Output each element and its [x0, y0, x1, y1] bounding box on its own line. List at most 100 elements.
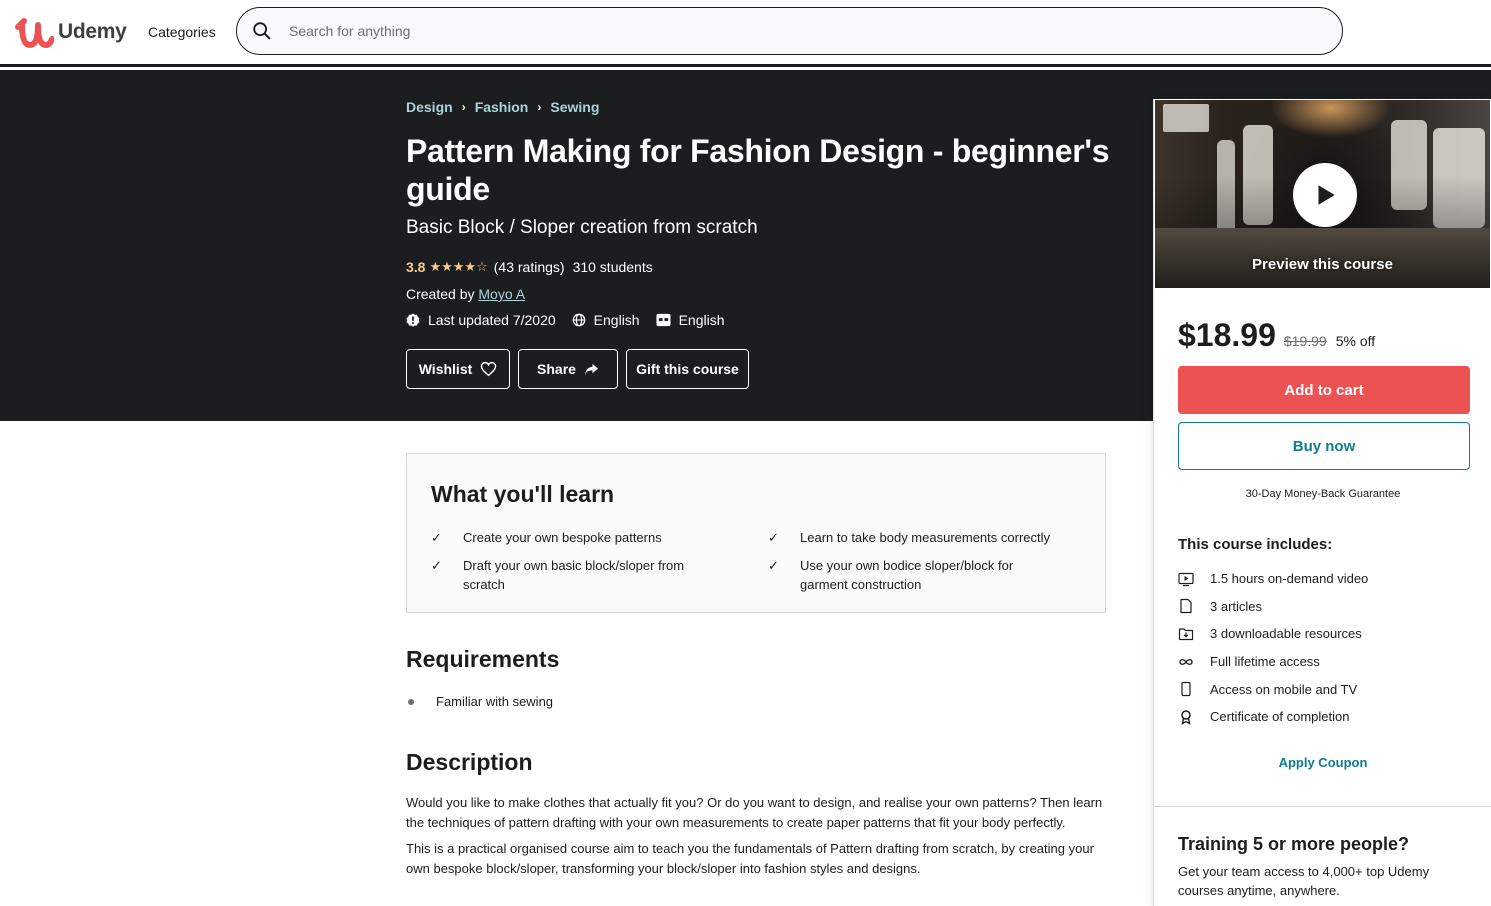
- udemy-logo-icon: [15, 18, 54, 48]
- include-item: Access on mobile and TV: [1178, 675, 1368, 703]
- play-button[interactable]: [1293, 163, 1357, 227]
- description-body: Would you like to make clothes that actu…: [406, 793, 1116, 885]
- video-icon: [1178, 572, 1194, 586]
- infinity-icon: [1179, 658, 1193, 665]
- last-updated: Last updated 7/2020: [406, 312, 556, 328]
- money-back-guarantee: 30-Day Money-Back Guarantee: [1245, 488, 1401, 500]
- price-row: $18.99 $19.99 5% off: [1178, 317, 1375, 354]
- learn-item-text: Learn to take body measurements correctl…: [800, 530, 1051, 545]
- include-item: 3 articles: [1178, 593, 1368, 621]
- discount-percent: 5% off: [1335, 333, 1376, 349]
- ratings-count[interactable]: (43 ratings): [494, 259, 565, 275]
- learn-item: ✓ Create your own bespoke patterns: [431, 528, 768, 547]
- alert-badge-icon: [406, 313, 420, 327]
- includes-list: 1.5 hours on-demand video 3 articles 3 d…: [1178, 565, 1368, 731]
- include-item: Full lifetime access: [1178, 648, 1368, 676]
- bullet-icon: [408, 698, 414, 705]
- top-nav: Udemy Categories: [0, 0, 1491, 67]
- language-text: English: [593, 312, 640, 328]
- chevron-right-icon: ›: [537, 100, 542, 114]
- description-heading: Description: [406, 749, 533, 775]
- include-text: 3 downloadable resources: [1210, 626, 1362, 642]
- udemy-logo[interactable]: Udemy: [14, 15, 127, 49]
- check-icon: ✓: [768, 530, 779, 545]
- search-icon[interactable]: [251, 20, 273, 42]
- breadcrumb-sewing[interactable]: Sewing: [550, 99, 599, 115]
- what-youll-learn: What you'll learn ✓ Create your own besp…: [406, 453, 1106, 613]
- purchase-sidebar: Preview this course $18.99 $19.99 5% off…: [1153, 99, 1491, 906]
- course-preview-video[interactable]: Preview this course: [1154, 99, 1491, 289]
- course-title: Pattern Making for Fashion Design - begi…: [406, 133, 1110, 207]
- learn-item-text: Create your own bespoke patterns: [463, 530, 662, 545]
- heart-icon: [480, 361, 497, 377]
- mobile-icon: [1181, 682, 1191, 697]
- wishlist-button[interactable]: Wishlist: [406, 349, 510, 389]
- apply-coupon-link[interactable]: Apply Coupon: [1154, 755, 1491, 770]
- learn-item-text: Draft your own basic block/sloper from s…: [463, 558, 685, 592]
- created-by-label: Created by: [406, 286, 475, 302]
- globe-icon: [572, 313, 586, 327]
- include-text: Access on mobile and TV: [1210, 681, 1358, 697]
- include-item: 3 downloadable resources: [1178, 620, 1368, 648]
- created-by: Created by Moyo A: [406, 286, 525, 302]
- share-label: Share: [537, 361, 576, 377]
- author-link[interactable]: Moyo A: [478, 286, 525, 302]
- original-price: $19.99: [1283, 333, 1327, 349]
- include-text: Full lifetime access: [1210, 654, 1320, 670]
- include-text: 1.5 hours on-demand video: [1210, 571, 1369, 587]
- hero-actions: Wishlist Share Gift this course: [406, 349, 757, 389]
- categories-menu[interactable]: Categories: [148, 24, 216, 40]
- closed-captions-icon: [656, 313, 671, 327]
- course-subtitle: Basic Block / Sloper creation from scrat…: [406, 217, 758, 238]
- learn-item: ✓ Use your own bodice sloper/block for g…: [768, 556, 1091, 594]
- requirement-item: Familiar with sewing: [408, 694, 553, 709]
- requirements-heading: Requirements: [406, 646, 560, 672]
- learn-item-text: Use your own bodice sloper/block for gar…: [800, 558, 1014, 592]
- includes-heading: This course includes:: [1178, 536, 1333, 553]
- current-price: $18.99: [1178, 317, 1276, 353]
- breadcrumb-fashion[interactable]: Fashion: [475, 99, 529, 115]
- rating-row: 3.8 ★★★★☆ (43 ratings) 310 students: [406, 259, 653, 275]
- training-text: Get your team access to 4,000+ top Udemy…: [1178, 864, 1430, 898]
- download-folder-icon: [1178, 628, 1194, 641]
- check-icon: ✓: [768, 558, 779, 573]
- article-icon: [1180, 599, 1192, 614]
- requirements-list: Familiar with sewing: [408, 694, 553, 709]
- course-meta: Last updated 7/2020 English English: [406, 312, 741, 328]
- include-text: 3 articles: [1210, 598, 1263, 614]
- wishlist-label: Wishlist: [418, 361, 473, 377]
- add-to-cart-button[interactable]: Add to cart: [1178, 366, 1470, 414]
- include-item: Certificate of completion: [1178, 703, 1368, 731]
- breadcrumb-design[interactable]: Design: [406, 99, 453, 115]
- learn-heading: What you'll learn: [431, 481, 615, 507]
- description-paragraph: This is a practical organised course aim…: [406, 841, 1094, 876]
- star-rating-icon: ★★★★☆: [429, 259, 488, 274]
- search-input[interactable]: [289, 23, 1289, 39]
- learn-item: ✓ Draft your own basic block/sloper from…: [431, 556, 768, 594]
- language: English: [572, 312, 640, 328]
- requirement-text: Familiar with sewing: [436, 694, 554, 709]
- check-icon: ✓: [431, 558, 442, 573]
- play-icon: [1318, 185, 1335, 205]
- share-button[interactable]: Share: [518, 349, 618, 389]
- gift-course-button[interactable]: Gift this course: [626, 349, 749, 389]
- last-updated-text: Last updated 7/2020: [428, 312, 556, 328]
- certificate-icon: [1181, 710, 1191, 725]
- learn-list: ✓ Create your own bespoke patterns ✓ Lea…: [431, 528, 1091, 594]
- students-count: 310 students: [572, 259, 653, 275]
- captions: English: [656, 312, 725, 328]
- include-text: Certificate of completion: [1210, 709, 1350, 725]
- learn-item: ✓ Learn to take body measurements correc…: [768, 528, 1091, 547]
- preview-label: Preview this course: [1252, 256, 1393, 273]
- check-icon: ✓: [431, 530, 442, 545]
- breadcrumb: Design › Fashion › Sewing: [406, 99, 599, 115]
- sidebar-divider: [1154, 806, 1491, 807]
- share-arrow-icon: [584, 363, 598, 375]
- buy-now-button[interactable]: Buy now: [1178, 422, 1470, 470]
- training-heading: Training 5 or more people?: [1178, 834, 1410, 854]
- rating-value: 3.8: [406, 259, 426, 275]
- description-paragraph: Would you like to make clothes that actu…: [406, 795, 1103, 830]
- brand-name: Udemy: [58, 20, 127, 43]
- include-item: 1.5 hours on-demand video: [1178, 565, 1368, 593]
- search-bar[interactable]: [236, 7, 1343, 55]
